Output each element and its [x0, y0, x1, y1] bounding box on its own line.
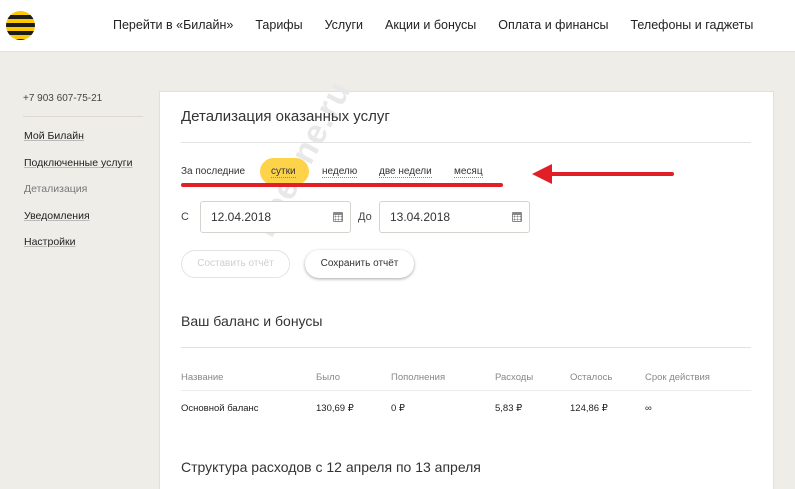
calendar-icon[interactable] [512, 212, 522, 222]
period-option-week[interactable]: неделю [322, 166, 358, 178]
period-option-two-weeks[interactable]: две недели [379, 166, 432, 178]
beeline-logo-icon[interactable] [6, 11, 35, 40]
period-label: За последние [181, 166, 246, 177]
to-date-value: 13.04.2018 [390, 210, 451, 224]
nav-item-promotions[interactable]: Акции и бонусы [385, 18, 476, 32]
period-option-month[interactable]: месяц [454, 166, 483, 178]
cell-expenses: 5,83 ₽ [495, 403, 523, 414]
from-label: С [181, 211, 189, 223]
nav-item-payment[interactable]: Оплата и финансы [498, 18, 608, 32]
balance-title: Ваш баланс и бонусы [181, 313, 323, 329]
balance-divider [181, 347, 751, 348]
col-header-topups: Пополнения [391, 372, 446, 383]
cell-was: 130,69 ₽ [316, 403, 354, 414]
main-card [159, 91, 774, 489]
sidebar-item-notifications[interactable]: Уведомления [24, 210, 90, 222]
cell-validity: ∞ [645, 403, 652, 414]
table-divider [181, 390, 751, 391]
col-header-remaining: Осталось [570, 372, 613, 383]
detail-divider [181, 142, 751, 143]
sidebar-divider [23, 116, 143, 117]
nav-item-go-to-beeline[interactable]: Перейти в «Билайн» [113, 18, 233, 32]
from-date-value: 12.04.2018 [211, 210, 272, 224]
red-arrow-annotation [548, 172, 674, 176]
period-option-day[interactable]: сутки [271, 166, 296, 178]
nav-item-services[interactable]: Услуги [325, 18, 363, 32]
save-report-button[interactable]: Сохранить отчёт [305, 250, 414, 278]
calendar-icon[interactable] [333, 212, 343, 222]
detail-title: Детализация оказанных услуг [181, 108, 390, 125]
main-menu: Перейти в «Билайн» Тарифы Услуги Акции и… [113, 18, 775, 32]
build-report-button[interactable]: Составить отчёт [181, 250, 290, 278]
to-date-field[interactable]: 13.04.2018 [379, 201, 530, 233]
red-arrow-head [532, 164, 552, 184]
top-navigation: Перейти в «Билайн» Тарифы Услуги Акции и… [0, 0, 795, 52]
cell-topups: 0 ₽ [391, 403, 405, 414]
cell-name: Основной баланс [181, 403, 259, 414]
nav-item-phones[interactable]: Телефоны и гаджеты [630, 18, 753, 32]
to-label: До [358, 211, 372, 223]
sidebar-item-my-beeline[interactable]: Мой Билайн [24, 130, 84, 142]
col-header-was: Было [316, 372, 340, 383]
red-underline-annotation [181, 183, 503, 187]
col-header-validity: Срок действия [645, 372, 710, 383]
col-header-expenses: Расходы [495, 372, 534, 383]
sidebar-menu: Мой Билайн Подключенные услуги Детализац… [24, 129, 132, 262]
structure-title: Структура расходов с 12 апреля по 13 апр… [181, 459, 481, 475]
cell-remaining: 124,86 ₽ [570, 403, 608, 414]
phone-number: +7 903 607-75-21 [23, 93, 103, 104]
sidebar-item-detalization: Детализация [24, 183, 88, 195]
sidebar-item-settings[interactable]: Настройки [24, 236, 76, 248]
col-header-name: Название [181, 372, 224, 383]
from-date-field[interactable]: 12.04.2018 [200, 201, 351, 233]
sidebar-item-connected-services[interactable]: Подключенные услуги [24, 157, 132, 169]
nav-item-tariffs[interactable]: Тарифы [255, 18, 302, 32]
